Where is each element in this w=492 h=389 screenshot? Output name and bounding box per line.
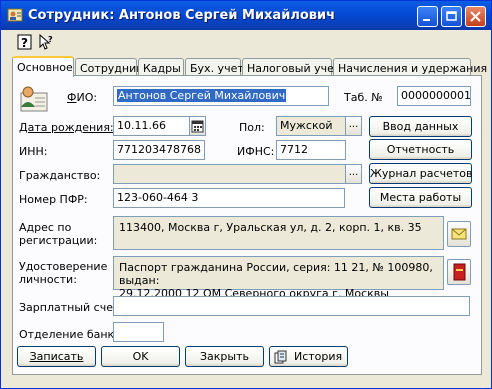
save-label: Записать <box>29 350 84 363</box>
birth-date-input[interactable]: 10.11.66 <box>113 116 191 136</box>
ifns-input[interactable]: 7712 <box>276 140 346 160</box>
tab-main[interactable]: Основное <box>12 56 74 77</box>
tab-accruals-label: Начисления и удержания <box>338 62 488 75</box>
tab-strip: Основное Сотрудник Кадры Бух. учет Налог… <box>12 56 487 77</box>
sex-select-button[interactable]: ... <box>345 116 362 136</box>
data-entry-button[interactable]: Ввод данных <box>369 116 472 137</box>
tab-personnel[interactable]: Кадры <box>138 58 184 76</box>
ellipsis-icon: ... <box>348 167 359 178</box>
workplaces-label: Места работы <box>379 191 462 204</box>
title-bar[interactable]: Сотрудник: Антонов Сергей Михайлович <box>1 1 491 30</box>
tab-number-label: Таб. № <box>344 91 383 104</box>
inn-input[interactable]: 771203478768 <box>113 140 205 160</box>
fio-label: ФИО: <box>67 91 98 104</box>
maximize-button[interactable] <box>441 6 462 27</box>
tab-tax[interactable]: Налоговый учет <box>242 58 340 76</box>
close-form-label: Закрыть <box>200 350 249 363</box>
pfr-label: Номер ПФР: <box>19 193 88 206</box>
history-label: История <box>294 350 343 363</box>
main-tab-panel: ФИО: Антонов Сергей Михайлович Таб. № 00… <box>12 75 482 375</box>
employee-window: Сотрудник: Антонов Сергей Михайлович ? ?… <box>0 0 492 389</box>
tab-number-input[interactable]: 0000000001 <box>397 86 471 106</box>
tab-personnel-label: Кадры <box>143 62 181 75</box>
id-document-edit-button[interactable] <box>447 259 471 285</box>
maximize-icon <box>446 11 457 21</box>
calendar-icon <box>191 120 204 133</box>
id-label-line2: личности: <box>19 273 77 286</box>
ellipsis-icon: ... <box>348 119 359 130</box>
birth-date-label: Дата рождения: <box>19 121 114 134</box>
ok-button[interactable]: OK <box>101 346 180 367</box>
sex-value: Мужской <box>280 119 333 132</box>
workplaces-button[interactable]: Места работы <box>369 187 472 208</box>
address-field[interactable]: 113400, Москва г, Уральская ул, д. 2, ко… <box>113 216 444 250</box>
envelope-icon <box>451 228 467 240</box>
reports-button[interactable]: Отчетность <box>369 139 472 160</box>
citizenship-field[interactable] <box>113 164 346 184</box>
salary-account-input[interactable] <box>113 296 470 316</box>
calc-journal-button[interactable]: Журнал расчетов <box>369 163 472 184</box>
birth-date-value: 10.11.66 <box>117 119 166 132</box>
save-button[interactable]: Записать <box>17 346 96 367</box>
ifns-label: ИФНС: <box>237 145 275 158</box>
calc-journal-label: Журнал расчетов <box>370 167 473 180</box>
passport-icon <box>453 263 466 281</box>
fio-value: Антонов Сергей Михайлович <box>117 89 287 102</box>
calendar-button[interactable] <box>189 116 206 136</box>
tab-employee[interactable]: Сотрудник <box>75 58 143 76</box>
inn-label: ИНН: <box>19 145 48 158</box>
context-help-icon[interactable]: ? <box>38 33 56 51</box>
address-value: 113400, Москва г, Уральская ул, д. 2, ко… <box>119 221 422 234</box>
minimize-icon <box>423 19 430 21</box>
reports-label: Отчетность <box>386 143 455 156</box>
tab-accounting-label: Бух. учет <box>190 62 244 75</box>
window-title: Сотрудник: Антонов Сергей Михайлович <box>28 8 336 23</box>
id-document-field[interactable]: Паспорт гражданина России, серия: 11 21,… <box>113 256 444 300</box>
pfr-value: 123-060-464 3 <box>117 191 199 204</box>
sex-label: Пол: <box>239 121 265 134</box>
fio-input[interactable]: Антонов Сергей Михайлович <box>113 86 329 106</box>
citizenship-label: Гражданство: <box>19 169 101 182</box>
bank-branch-label: Отделение банка: <box>19 328 125 341</box>
history-button[interactable]: История <box>269 346 348 367</box>
help-icon[interactable]: ? <box>16 33 34 51</box>
history-icon <box>274 350 287 364</box>
inn-value: 771203478768 <box>117 143 201 156</box>
tab-main-label: Основное <box>17 61 73 74</box>
close-button[interactable] <box>465 6 486 27</box>
tab-accounting[interactable]: Бух. учет <box>185 58 244 76</box>
id-label-line1: Удостоверение <box>19 260 108 273</box>
sex-field[interactable]: Мужской <box>276 116 346 136</box>
svg-text:?: ? <box>21 36 28 50</box>
ok-label: OK <box>132 350 149 363</box>
salary-account-label: Зарплатный счет: <box>19 301 124 314</box>
bank-branch-input[interactable] <box>113 322 164 342</box>
address-label-line2: регистрации: <box>19 234 98 247</box>
svg-text:?: ? <box>48 35 53 44</box>
pfr-input[interactable]: 123-060-464 3 <box>113 188 345 208</box>
address-edit-button[interactable] <box>447 221 471 247</box>
tab-accruals[interactable]: Начисления и удержания <box>333 58 487 76</box>
ifns-value: 7712 <box>280 143 308 156</box>
id-value-line1: Паспорт гражданина России, серия: 11 21,… <box>119 261 433 287</box>
person-card-icon <box>20 86 48 112</box>
tab-number-value: 0000000001 <box>401 89 471 102</box>
address-label-line1: Адрес по <box>19 221 72 234</box>
tab-tax-label: Налоговый учет <box>247 62 341 75</box>
close-icon <box>470 11 481 22</box>
data-entry-label: Ввод данных <box>382 120 459 133</box>
close-form-button[interactable]: Закрыть <box>185 346 264 367</box>
citizenship-select-button[interactable]: ... <box>345 164 362 184</box>
toolbar: ? ? <box>1 30 491 52</box>
tab-employee-label: Сотрудник <box>80 62 143 75</box>
minimize-button[interactable] <box>417 6 438 27</box>
app-icon <box>7 8 23 22</box>
